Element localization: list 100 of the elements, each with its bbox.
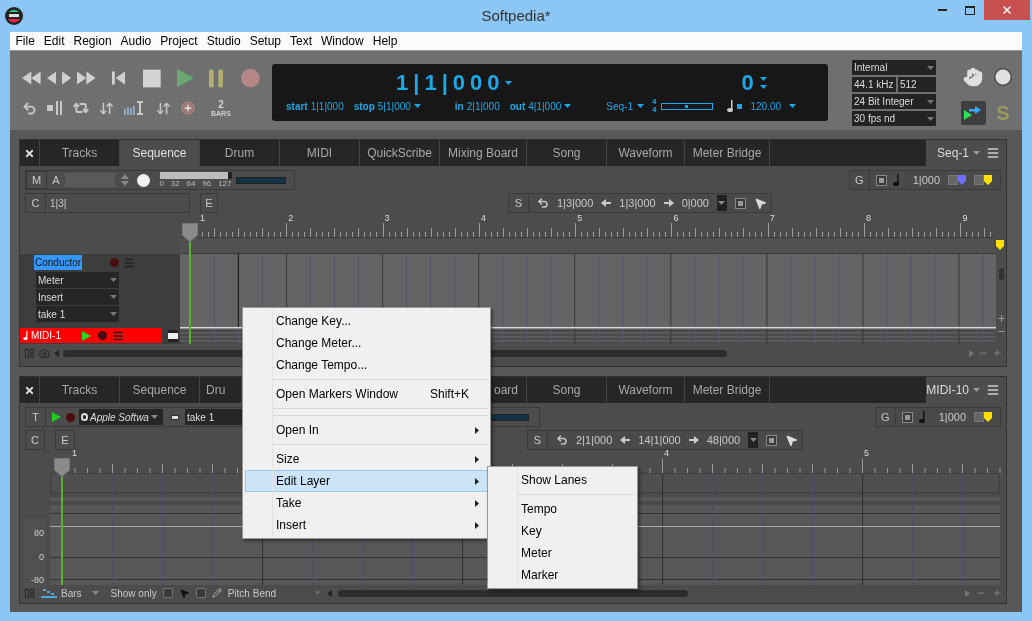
- sample-rate-field[interactable]: 44.1 kHz: [852, 77, 896, 92]
- edit-button[interactable]: E: [55, 430, 75, 450]
- range-field[interactable]: start 1|1|000: [286, 98, 344, 114]
- layout-icon[interactable]: [24, 587, 35, 599]
- tempo-slider[interactable]: [661, 102, 714, 110]
- scrollbar-thumb[interactable]: [337, 589, 688, 597]
- record-icon[interactable]: [66, 412, 75, 422]
- square-toggle-icon[interactable]: [734, 197, 746, 209]
- menu-icon[interactable]: [986, 383, 1000, 397]
- track-button[interactable]: T: [26, 408, 46, 426]
- menu-item[interactable]: Edit Layer: [245, 470, 488, 492]
- zoom-in-icon[interactable]: [992, 348, 1002, 358]
- menu-bar-item[interactable]: Audio: [116, 32, 156, 50]
- checkbox[interactable]: [974, 175, 984, 185]
- menu-bar-item[interactable]: Text: [285, 32, 317, 50]
- checkbox[interactable]: [162, 588, 173, 598]
- selection-end-field[interactable]: 1|3|000: [619, 194, 656, 212]
- play-icon[interactable]: [176, 68, 194, 88]
- snap-button[interactable]: S: [528, 431, 548, 449]
- tempo-field[interactable]: 120.00: [750, 98, 797, 114]
- dropdown-button[interactable]: [748, 432, 759, 448]
- checkbox[interactable]: [974, 412, 984, 422]
- scroll-right-icon[interactable]: [965, 589, 970, 597]
- menu-item[interactable]: Key: [490, 520, 635, 542]
- menu-bar-item[interactable]: Project: [155, 32, 203, 50]
- range-field[interactable]: in 2|1|000: [454, 98, 500, 114]
- pointer-icon[interactable]: [785, 433, 799, 447]
- mute-button[interactable]: M: [26, 171, 48, 189]
- arrows-up-down-icon[interactable]: [99, 100, 114, 116]
- grid-button[interactable]: G: [875, 408, 896, 426]
- menu-item[interactable]: Show Lanes: [490, 469, 635, 491]
- stop-icon[interactable]: [142, 68, 161, 88]
- hand-icon[interactable]: [963, 66, 983, 87]
- snap-button[interactable]: S: [509, 194, 529, 212]
- zoom-in-icon[interactable]: [992, 588, 1002, 598]
- selection-length-field[interactable]: 0|000: [681, 194, 709, 212]
- grid-value[interactable]: 1|000: [938, 408, 966, 426]
- grid-value[interactable]: 1|000: [912, 171, 940, 189]
- menu-bar-item[interactable]: Region: [69, 32, 117, 50]
- offset-counter[interactable]: 0: [741, 66, 754, 99]
- loop-icon[interactable]: [73, 100, 89, 116]
- record-icon[interactable]: [241, 68, 260, 88]
- add-button[interactable]: [181, 101, 195, 115]
- conductor-track-name[interactable]: Conductor: [34, 255, 83, 270]
- scrollbar-thumb[interactable]: [998, 268, 1004, 280]
- menu-bar-item[interactable]: Window: [316, 32, 369, 50]
- position-counter[interactable]: 1|1|000: [396, 66, 505, 99]
- menu-icon[interactable]: [986, 146, 1000, 160]
- camera-icon[interactable]: [39, 347, 50, 359]
- menu-item[interactable]: Change Key...: [245, 310, 488, 332]
- arrows-up-down-icon[interactable]: [156, 100, 171, 116]
- menu-item[interactable]: Change Tempo...: [245, 354, 488, 376]
- selection-length-field[interactable]: 48|000: [706, 431, 741, 449]
- return-to-start-icon[interactable]: [111, 71, 125, 85]
- layer-dropdown[interactable]: Pitch Bend: [227, 585, 321, 601]
- output-dropdown[interactable]: Apple Softwa: [79, 409, 163, 425]
- menu-bar-item[interactable]: Edit: [39, 32, 70, 50]
- undo-icon[interactable]: [556, 434, 568, 446]
- step-back-icon[interactable]: [46, 71, 56, 85]
- layout-icon[interactable]: [24, 347, 35, 359]
- step-forward-icon[interactable]: [61, 71, 72, 85]
- grid-button[interactable]: G: [849, 171, 870, 189]
- automation-button[interactable]: A: [47, 171, 65, 189]
- menu-bar-item[interactable]: Studio: [202, 32, 246, 50]
- midi-track-header[interactable]: MIDI-1: [20, 328, 162, 343]
- meter-icon[interactable]: [124, 101, 146, 115]
- buffer-field[interactable]: 512: [898, 77, 936, 92]
- menu-item[interactable]: Change Meter...: [245, 332, 488, 354]
- spinner-icon[interactable]: [120, 174, 129, 186]
- undo-icon[interactable]: [537, 197, 549, 209]
- frame-rate-dropdown[interactable]: 30 fps nd: [852, 111, 936, 126]
- menu-item[interactable]: Take: [245, 492, 488, 514]
- view-dropdown[interactable]: Bars: [41, 585, 99, 601]
- square-toggle-icon[interactable]: [875, 174, 887, 186]
- menu-icon[interactable]: [112, 329, 124, 342]
- close-icon[interactable]: [24, 147, 35, 159]
- tab[interactable]: Sequence: [120, 140, 200, 166]
- range-field[interactable]: out 4|1|000: [509, 98, 572, 114]
- menu-item[interactable]: Marker: [490, 564, 635, 586]
- record-icon[interactable]: [98, 331, 107, 340]
- menu-item[interactable]: Tempo: [490, 498, 635, 520]
- rewind-icon[interactable]: [22, 71, 41, 85]
- menu-item[interactable]: Insert: [245, 514, 488, 536]
- pencil-icon[interactable]: [211, 588, 222, 598]
- clock-icon[interactable]: [993, 66, 1013, 87]
- menu-bar-item[interactable]: Help: [368, 32, 402, 50]
- square-toggle-icon[interactable]: [766, 434, 778, 446]
- checkbox[interactable]: [195, 588, 206, 598]
- menu-bar-item[interactable]: File: [11, 32, 40, 50]
- stop-bar-icon[interactable]: [47, 101, 63, 115]
- play-icon[interactable]: [52, 412, 61, 422]
- checkbox[interactable]: [948, 175, 958, 185]
- play-icon[interactable]: [82, 330, 91, 341]
- playback-button[interactable]: [960, 100, 986, 125]
- menu-item[interactable]: Meter: [490, 542, 635, 564]
- sequence-selector[interactable]: Seq-1: [606, 98, 644, 114]
- lane-dropdown[interactable]: take 1: [36, 306, 119, 322]
- edit-button[interactable]: E: [200, 193, 218, 213]
- menu-bar-item[interactable]: Setup: [245, 32, 286, 50]
- zoom-in-icon[interactable]: [996, 314, 1006, 323]
